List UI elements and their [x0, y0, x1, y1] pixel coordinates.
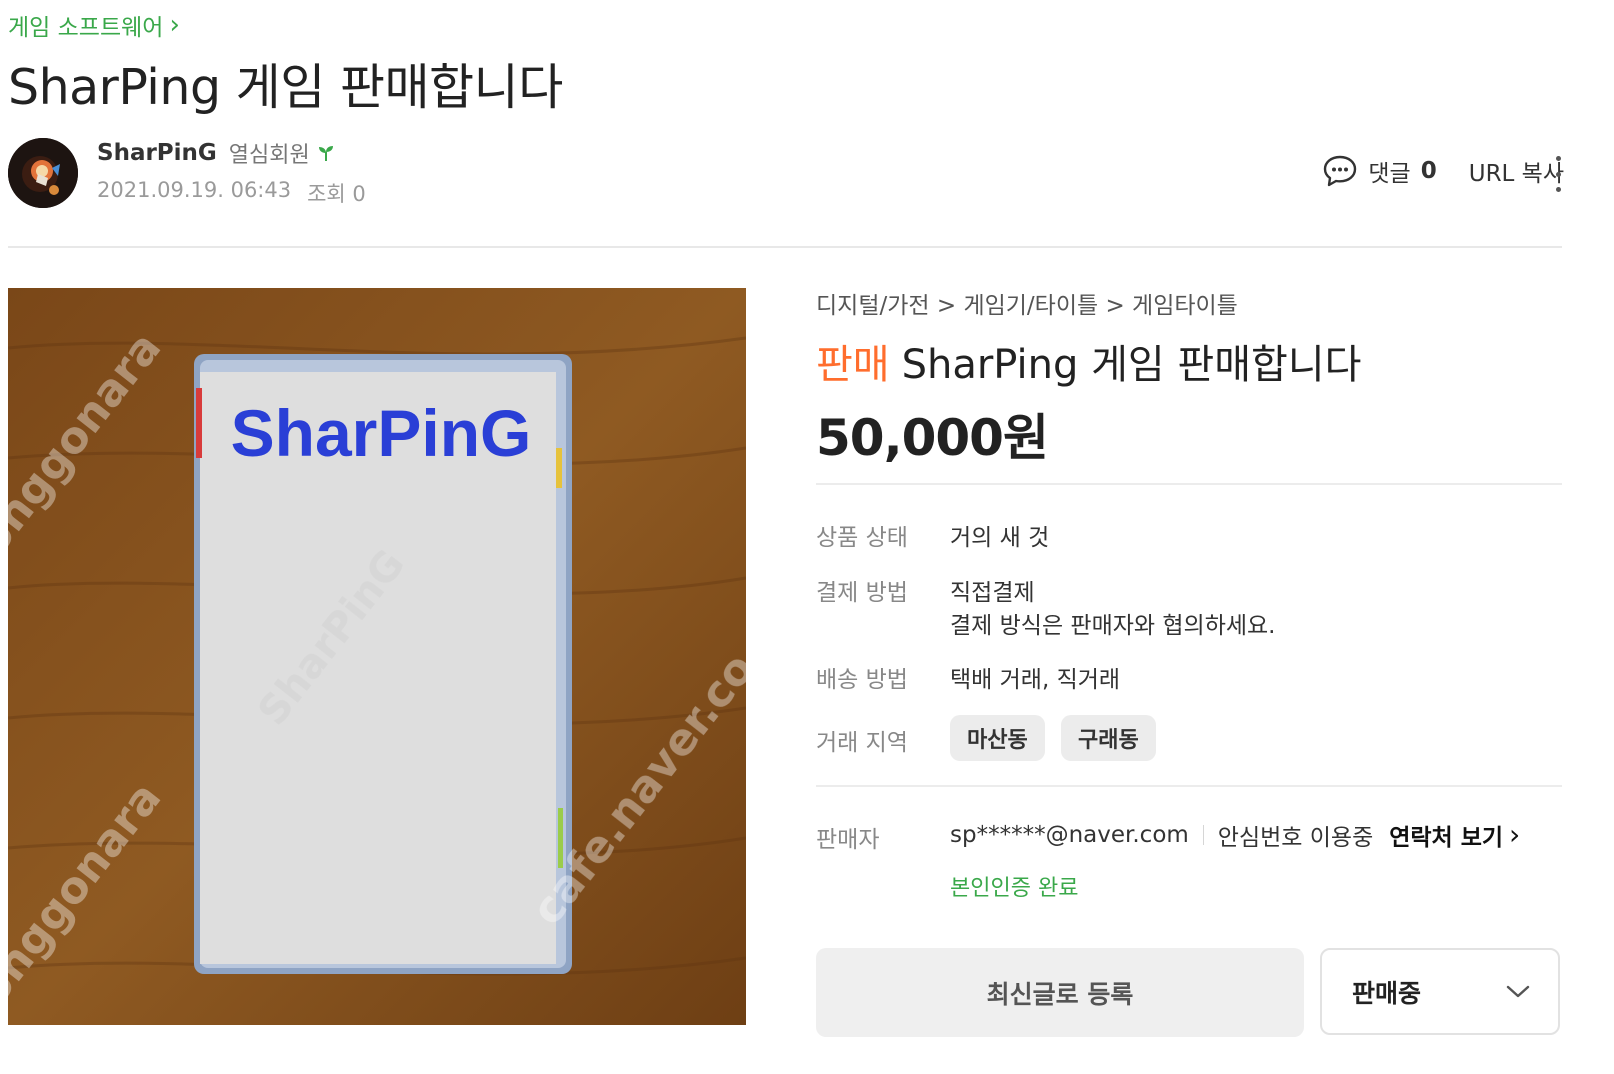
bump-post-button[interactable]: 최신글로 등록 — [816, 948, 1304, 1037]
sale-status-select[interactable]: 판매중 — [1320, 948, 1560, 1035]
comment-icon — [1324, 155, 1357, 187]
seller-email: sp******@naver.com — [950, 822, 1189, 848]
payment-label: 결제 방법 — [816, 580, 908, 606]
chevron-right-icon: › — [1509, 818, 1521, 851]
verified-badge: 본인인증 완료 — [950, 876, 1079, 901]
header-divider — [8, 246, 1562, 248]
post-meta: 2021.09.19. 06:43 조회 0 — [97, 178, 366, 208]
product-title-text: SharPing 게임 판매합니다 — [901, 342, 1362, 388]
comment-count: 0 — [1420, 158, 1437, 184]
avatar[interactable] — [8, 138, 78, 208]
payment-note: 결제 방식은 판매자와 협의하세요. — [950, 613, 1276, 639]
condition-label: 상품 상태 — [816, 525, 908, 551]
chevron-down-icon — [1506, 985, 1530, 997]
safe-number-text: 안심번호 이용중 — [1217, 825, 1374, 851]
author-grade: 열심회원 — [228, 143, 310, 168]
comment-button[interactable]: 댓글 0 — [1322, 154, 1437, 188]
chevron-right-icon: › — [169, 10, 180, 40]
product-title: 판매 SharPing 게임 판매합니다 — [816, 332, 1361, 390]
condition-value: 거의 새 것 — [950, 525, 1050, 551]
box-title-text: SharPinG — [231, 396, 532, 470]
post-title: SharPing 게임 판매합니다 — [8, 59, 563, 116]
post-actions: 댓글 0 URL 복사 — [1322, 154, 1564, 188]
product-category-breadcrumb[interactable]: 디지털/가전 > 게임기/타이틀 > 게임타이틀 — [816, 286, 1238, 320]
region-chip[interactable]: 구래동 — [1061, 715, 1156, 761]
post-date: 2021.09.19. 06:43 — [97, 178, 292, 202]
seller-label: 판매자 — [816, 827, 880, 853]
view-contact-button[interactable]: 연락처 보기 › — [1389, 818, 1520, 852]
view-contact-label: 연락처 보기 — [1389, 825, 1504, 851]
seller-separator — [1202, 825, 1204, 845]
region-label: 거래 지역 — [816, 730, 908, 756]
sale-badge: 판매 — [816, 342, 890, 388]
shipping-label: 배송 방법 — [816, 667, 908, 693]
shipping-value: 택배 거래, 직거래 — [950, 667, 1121, 693]
product-price: 50,000원 — [816, 409, 1049, 467]
seller-info: sp******@naver.com 안심번호 이용중 연락처 보기 › — [950, 818, 1520, 852]
url-copy-button[interactable]: URL 복사 — [1469, 154, 1564, 188]
view-count: 조회 0 — [307, 182, 366, 206]
sprout-icon — [318, 146, 333, 161]
author-info: SharPinG 열심회원 — [97, 137, 336, 169]
details-divider — [816, 785, 1562, 787]
price-divider — [816, 483, 1562, 485]
more-vertical-icon[interactable] — [1551, 156, 1565, 192]
author-name[interactable]: SharPinG — [97, 140, 217, 166]
breadcrumb-label: 게임 소프트웨어 — [8, 15, 164, 41]
payment-value: 직접결제 — [950, 580, 1035, 606]
product-photo[interactable]: SharPinG onggonara SharPinG cafe.naver.c… — [8, 288, 746, 1025]
bump-post-label: 최신글로 등록 — [986, 979, 1134, 1009]
product-photo-image: SharPinG onggonara SharPinG cafe.naver.c… — [8, 288, 746, 1025]
board-breadcrumb[interactable]: 게임 소프트웨어 › — [8, 8, 180, 42]
avatar-image — [8, 138, 78, 208]
comment-label: 댓글 — [1368, 161, 1411, 187]
sale-status-value: 판매중 — [1352, 978, 1422, 1008]
region-chip[interactable]: 마산동 — [950, 715, 1045, 761]
